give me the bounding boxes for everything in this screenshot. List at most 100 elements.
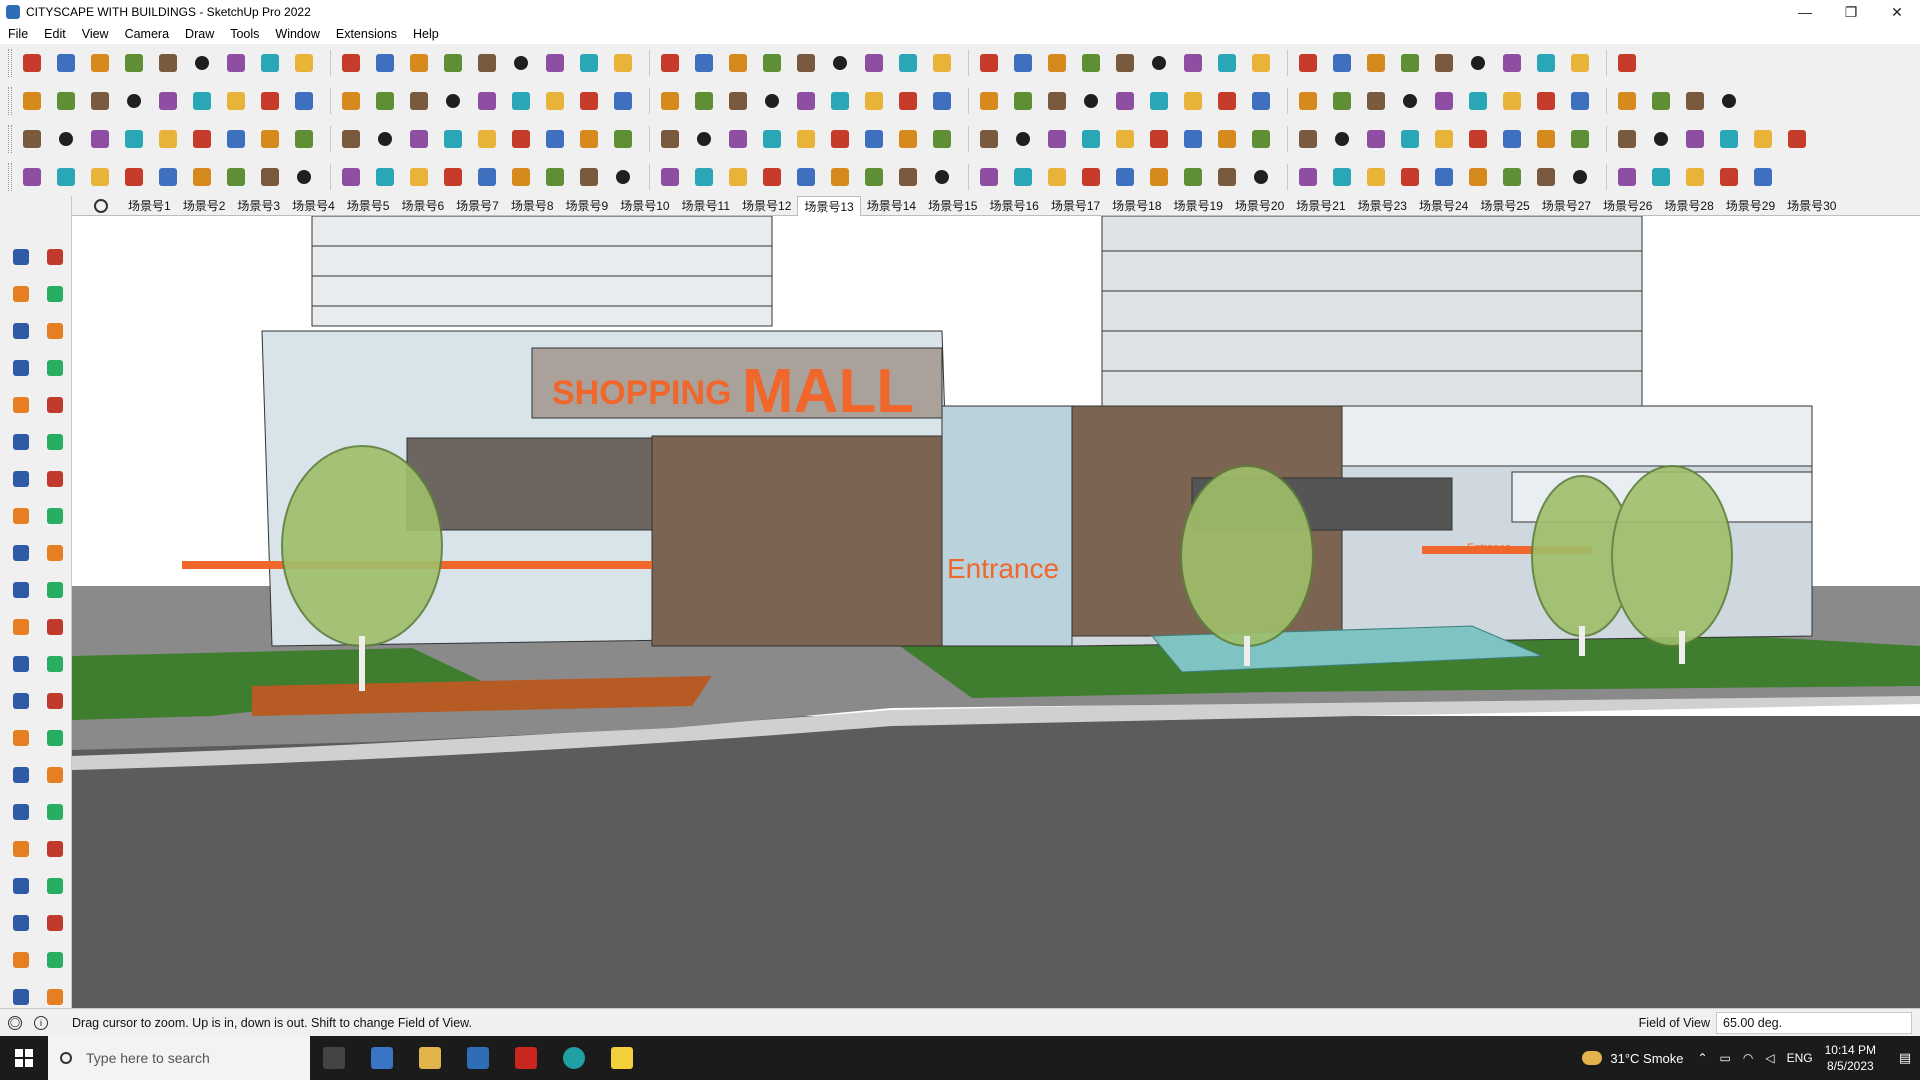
toolbar-tool-icon[interactable] bbox=[1532, 125, 1560, 153]
toolbar-tool-icon[interactable] bbox=[337, 49, 365, 77]
toolbar-tool-icon[interactable] bbox=[1247, 87, 1275, 115]
toolbar-tool-icon[interactable] bbox=[52, 87, 80, 115]
toolbar-tool-icon[interactable] bbox=[371, 125, 399, 153]
toolbar-tool-icon[interactable] bbox=[188, 125, 216, 153]
toolbar-tool-icon[interactable] bbox=[656, 49, 684, 77]
toolbar-tool-icon[interactable] bbox=[656, 87, 684, 115]
toolbar-tool-icon[interactable] bbox=[1294, 125, 1322, 153]
toolbar-tool-icon[interactable] bbox=[52, 49, 80, 77]
toolbar-tool-icon[interactable] bbox=[758, 125, 786, 153]
palette-tool-icon[interactable] bbox=[42, 244, 68, 270]
model-viewport[interactable]: SHOPPING MALL Entrance Entrance bbox=[72, 216, 1920, 1008]
display-icon[interactable]: ▭ bbox=[1720, 1051, 1731, 1065]
calculator-icon[interactable] bbox=[358, 1036, 406, 1080]
toolbar-tool-icon[interactable] bbox=[1749, 163, 1777, 191]
toolbar-tool-icon[interactable] bbox=[439, 125, 467, 153]
palette-tool-icon[interactable] bbox=[8, 244, 34, 270]
toolbar-tool-icon[interactable] bbox=[18, 163, 46, 191]
toolbar-tool-icon[interactable] bbox=[256, 163, 284, 191]
palette-tool-icon[interactable] bbox=[8, 392, 34, 418]
toolbar-tool-icon[interactable] bbox=[1009, 163, 1037, 191]
toolbar-tool-icon[interactable] bbox=[290, 125, 318, 153]
notification-icon[interactable]: ▤ bbox=[1890, 1036, 1920, 1080]
palette-tool-icon[interactable] bbox=[8, 540, 34, 566]
toolbar-tool-icon[interactable] bbox=[120, 125, 148, 153]
toolbar-tool-icon[interactable] bbox=[656, 163, 684, 191]
palette-tool-icon[interactable] bbox=[42, 318, 68, 344]
tray-chevron-icon[interactable]: ⌃ bbox=[1697, 1051, 1707, 1065]
toolbar-tool-icon[interactable] bbox=[1613, 163, 1641, 191]
toolbar-tool-icon[interactable] bbox=[222, 87, 250, 115]
scene-tab[interactable]: 场景号12 bbox=[736, 196, 797, 216]
scene-tab[interactable]: 场景号1 bbox=[122, 196, 177, 216]
toolbar-tool-icon[interactable] bbox=[1213, 49, 1241, 77]
palette-tool-icon[interactable] bbox=[8, 577, 34, 603]
toolbar-tool-icon[interactable] bbox=[690, 125, 718, 153]
toolbar-tool-icon[interactable] bbox=[609, 87, 637, 115]
toolbar-tool-icon[interactable] bbox=[1328, 163, 1356, 191]
toolbar-tool-icon[interactable] bbox=[975, 125, 1003, 153]
model-scene[interactable]: SHOPPING MALL Entrance Entrance bbox=[72, 216, 1920, 1008]
scene-tab[interactable]: 场景号2 bbox=[177, 196, 232, 216]
scene-tab[interactable]: 场景号27 bbox=[1536, 196, 1597, 216]
toolbar-tool-icon[interactable] bbox=[1213, 87, 1241, 115]
measurement-box[interactable]: 65.00 deg. bbox=[1716, 1012, 1912, 1034]
toolbar-tool-icon[interactable] bbox=[18, 87, 46, 115]
toolbar-tool-icon[interactable] bbox=[371, 163, 399, 191]
palette-tool-icon[interactable] bbox=[8, 614, 34, 640]
palette-tool-icon[interactable] bbox=[8, 762, 34, 788]
wifi-icon[interactable]: ◠ bbox=[1743, 1051, 1753, 1065]
toolbar-tool-icon[interactable] bbox=[154, 87, 182, 115]
toolbar-tool-icon[interactable] bbox=[52, 125, 80, 153]
toolbar-tool-icon[interactable] bbox=[1294, 49, 1322, 77]
palette-tool-icon[interactable] bbox=[42, 466, 68, 492]
scene-tab[interactable]: 场景号25 bbox=[1474, 196, 1535, 216]
toolbar-tool-icon[interactable] bbox=[792, 125, 820, 153]
toolbar-tool-icon[interactable] bbox=[1464, 163, 1492, 191]
toolbar-tool-icon[interactable] bbox=[1783, 125, 1811, 153]
palette-tool-icon[interactable] bbox=[8, 984, 34, 1010]
toolbar-tool-icon[interactable] bbox=[1613, 87, 1641, 115]
toolbar-tool-icon[interactable] bbox=[792, 163, 820, 191]
toolbar-tool-icon[interactable] bbox=[86, 125, 114, 153]
scene-tab[interactable]: 场景号11 bbox=[676, 196, 736, 216]
toolbar-tool-icon[interactable] bbox=[120, 163, 148, 191]
toolbar-tool-icon[interactable] bbox=[860, 49, 888, 77]
clock[interactable]: 10:14 PM 8/5/2023 bbox=[1825, 1042, 1876, 1074]
palette-tool-icon[interactable] bbox=[42, 355, 68, 381]
toolbar-tool-icon[interactable] bbox=[473, 49, 501, 77]
palette-tool-icon[interactable] bbox=[42, 725, 68, 751]
palette-tool-icon[interactable] bbox=[42, 799, 68, 825]
toolbar-tool-icon[interactable] bbox=[120, 49, 148, 77]
toolbar-tool-icon[interactable] bbox=[575, 163, 603, 191]
toolbar-tool-icon[interactable] bbox=[1464, 49, 1492, 77]
toolbar-tool-icon[interactable] bbox=[656, 125, 684, 153]
toolbar-tool-icon[interactable] bbox=[826, 125, 854, 153]
palette-tool-icon[interactable] bbox=[8, 688, 34, 714]
toolbar-tool-icon[interactable] bbox=[1362, 49, 1390, 77]
scene-tab[interactable]: 场景号30 bbox=[1781, 196, 1842, 216]
toolbar-tool-icon[interactable] bbox=[860, 163, 888, 191]
toolbar-tool-icon[interactable] bbox=[256, 49, 284, 77]
toolbar-tool-icon[interactable] bbox=[1111, 163, 1139, 191]
scene-tab[interactable]: 场景号20 bbox=[1229, 196, 1290, 216]
toolbar-tool-icon[interactable] bbox=[439, 87, 467, 115]
toolbar-tool-icon[interactable] bbox=[1396, 125, 1424, 153]
scene-tab[interactable]: 场景号4 bbox=[286, 196, 341, 216]
toolbar-tool-icon[interactable] bbox=[120, 87, 148, 115]
toolbar-tool-icon[interactable] bbox=[371, 87, 399, 115]
toolbar-tool-icon[interactable] bbox=[1681, 125, 1709, 153]
toolbar-tool-icon[interactable] bbox=[507, 125, 535, 153]
toolbar-tool-icon[interactable] bbox=[1647, 125, 1675, 153]
toolbar-tool-icon[interactable] bbox=[1532, 49, 1560, 77]
scene-tab[interactable]: 场景号5 bbox=[341, 196, 396, 216]
toolbar-tool-icon[interactable] bbox=[928, 49, 956, 77]
restore-button[interactable]: ❐ bbox=[1828, 0, 1874, 24]
toolbar-tool-icon[interactable] bbox=[1077, 163, 1105, 191]
toolbar-tool-icon[interactable] bbox=[256, 125, 284, 153]
toolbar-tool-icon[interactable] bbox=[52, 163, 80, 191]
scene-search-icon[interactable] bbox=[94, 198, 108, 213]
toolbar-tool-icon[interactable] bbox=[1294, 163, 1322, 191]
scene-tab[interactable]: 场景号24 bbox=[1413, 196, 1474, 216]
toolbar-tool-icon[interactable] bbox=[975, 87, 1003, 115]
